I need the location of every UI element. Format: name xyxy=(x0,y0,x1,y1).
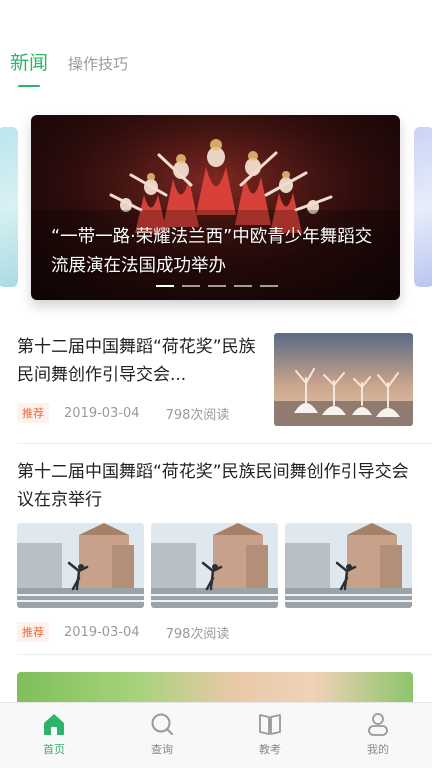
carousel-prev-card[interactable] xyxy=(0,127,18,287)
carousel-dot[interactable] xyxy=(234,285,252,287)
nav-exam[interactable]: 教考 xyxy=(216,703,324,768)
nav-search-label: 查询 xyxy=(151,743,173,756)
nav-mine-label: 我的 xyxy=(367,743,389,756)
news-title[interactable]: 第十二届中国舞蹈“荷花奖”民族民间舞创作引导交会议在京举行 xyxy=(17,458,413,514)
recommend-badge: 推荐 xyxy=(17,622,49,642)
news-read-count: 798次阅读 xyxy=(165,626,230,642)
nav-mine[interactable]: 我的 xyxy=(324,703,432,768)
bottom-nav: 首页 查询 教考 我的 xyxy=(0,702,432,768)
news-meta: 推荐 2019-03-04 798次阅读 xyxy=(17,622,229,642)
book-icon xyxy=(259,714,281,735)
news-image-row xyxy=(17,523,412,608)
ballet-photo-icon xyxy=(274,333,413,426)
recommend-badge: 推荐 xyxy=(17,403,49,423)
news-image[interactable] xyxy=(17,523,144,608)
news-read-count: 798次阅读 xyxy=(165,407,230,423)
street-dance-photo-icon xyxy=(17,523,144,608)
carousel-indicator xyxy=(156,285,278,287)
banner-carousel[interactable]: “一带一路·荣耀法兰西”中欧青少年舞蹈交流展演在法国成功举办 xyxy=(0,115,432,310)
carousel-dot[interactable] xyxy=(156,285,174,287)
carousel-dot[interactable] xyxy=(182,285,200,287)
home-icon xyxy=(44,714,64,735)
street-dance-photo-icon xyxy=(151,523,278,608)
news-meta: 推荐 2019-03-04 798次阅读 xyxy=(17,403,229,423)
news-item[interactable]: 第十二届中国舞蹈“荷花奖”民族民间舞创作引导交会议在京举行 推荐 2019-03… xyxy=(17,458,413,642)
carousel-dot[interactable] xyxy=(208,285,226,287)
divider xyxy=(17,443,432,444)
search-icon xyxy=(151,713,173,735)
user-icon xyxy=(368,713,388,736)
news-date: 2019-03-04 xyxy=(64,405,140,421)
top-tabs: 新闻 操作技巧 xyxy=(10,48,128,87)
tab-news[interactable]: 新闻 xyxy=(10,48,48,87)
news-image[interactable] xyxy=(151,523,278,608)
carousel-next-card[interactable] xyxy=(414,127,432,287)
tab-tips[interactable]: 操作技巧 xyxy=(68,53,128,75)
nav-home-label: 首页 xyxy=(43,743,65,756)
divider xyxy=(17,654,432,655)
carousel-dot[interactable] xyxy=(260,285,278,287)
carousel-main-card[interactable]: “一带一路·荣耀法兰西”中欧青少年舞蹈交流展演在法国成功举办 xyxy=(31,115,400,300)
nav-home[interactable]: 首页 xyxy=(0,703,108,768)
street-dance-photo-icon xyxy=(285,523,412,608)
news-date: 2019-03-04 xyxy=(64,624,140,640)
news-image[interactable] xyxy=(285,523,412,608)
nav-exam-label: 教考 xyxy=(259,743,281,756)
news-thumbnail[interactable] xyxy=(274,333,413,426)
news-title[interactable]: 第十二届中国舞蹈“荷花奖”民族民间舞创作引导交会... xyxy=(17,333,262,389)
carousel-title: “一带一路·荣耀法兰西”中欧青少年舞蹈交流展演在法国成功举办 xyxy=(51,227,373,276)
news-item[interactable]: 第十二届中国舞蹈“荷花奖”民族民间舞创作引导交会... 推荐 2019-03-0… xyxy=(17,333,413,428)
nav-search[interactable]: 查询 xyxy=(108,703,216,768)
